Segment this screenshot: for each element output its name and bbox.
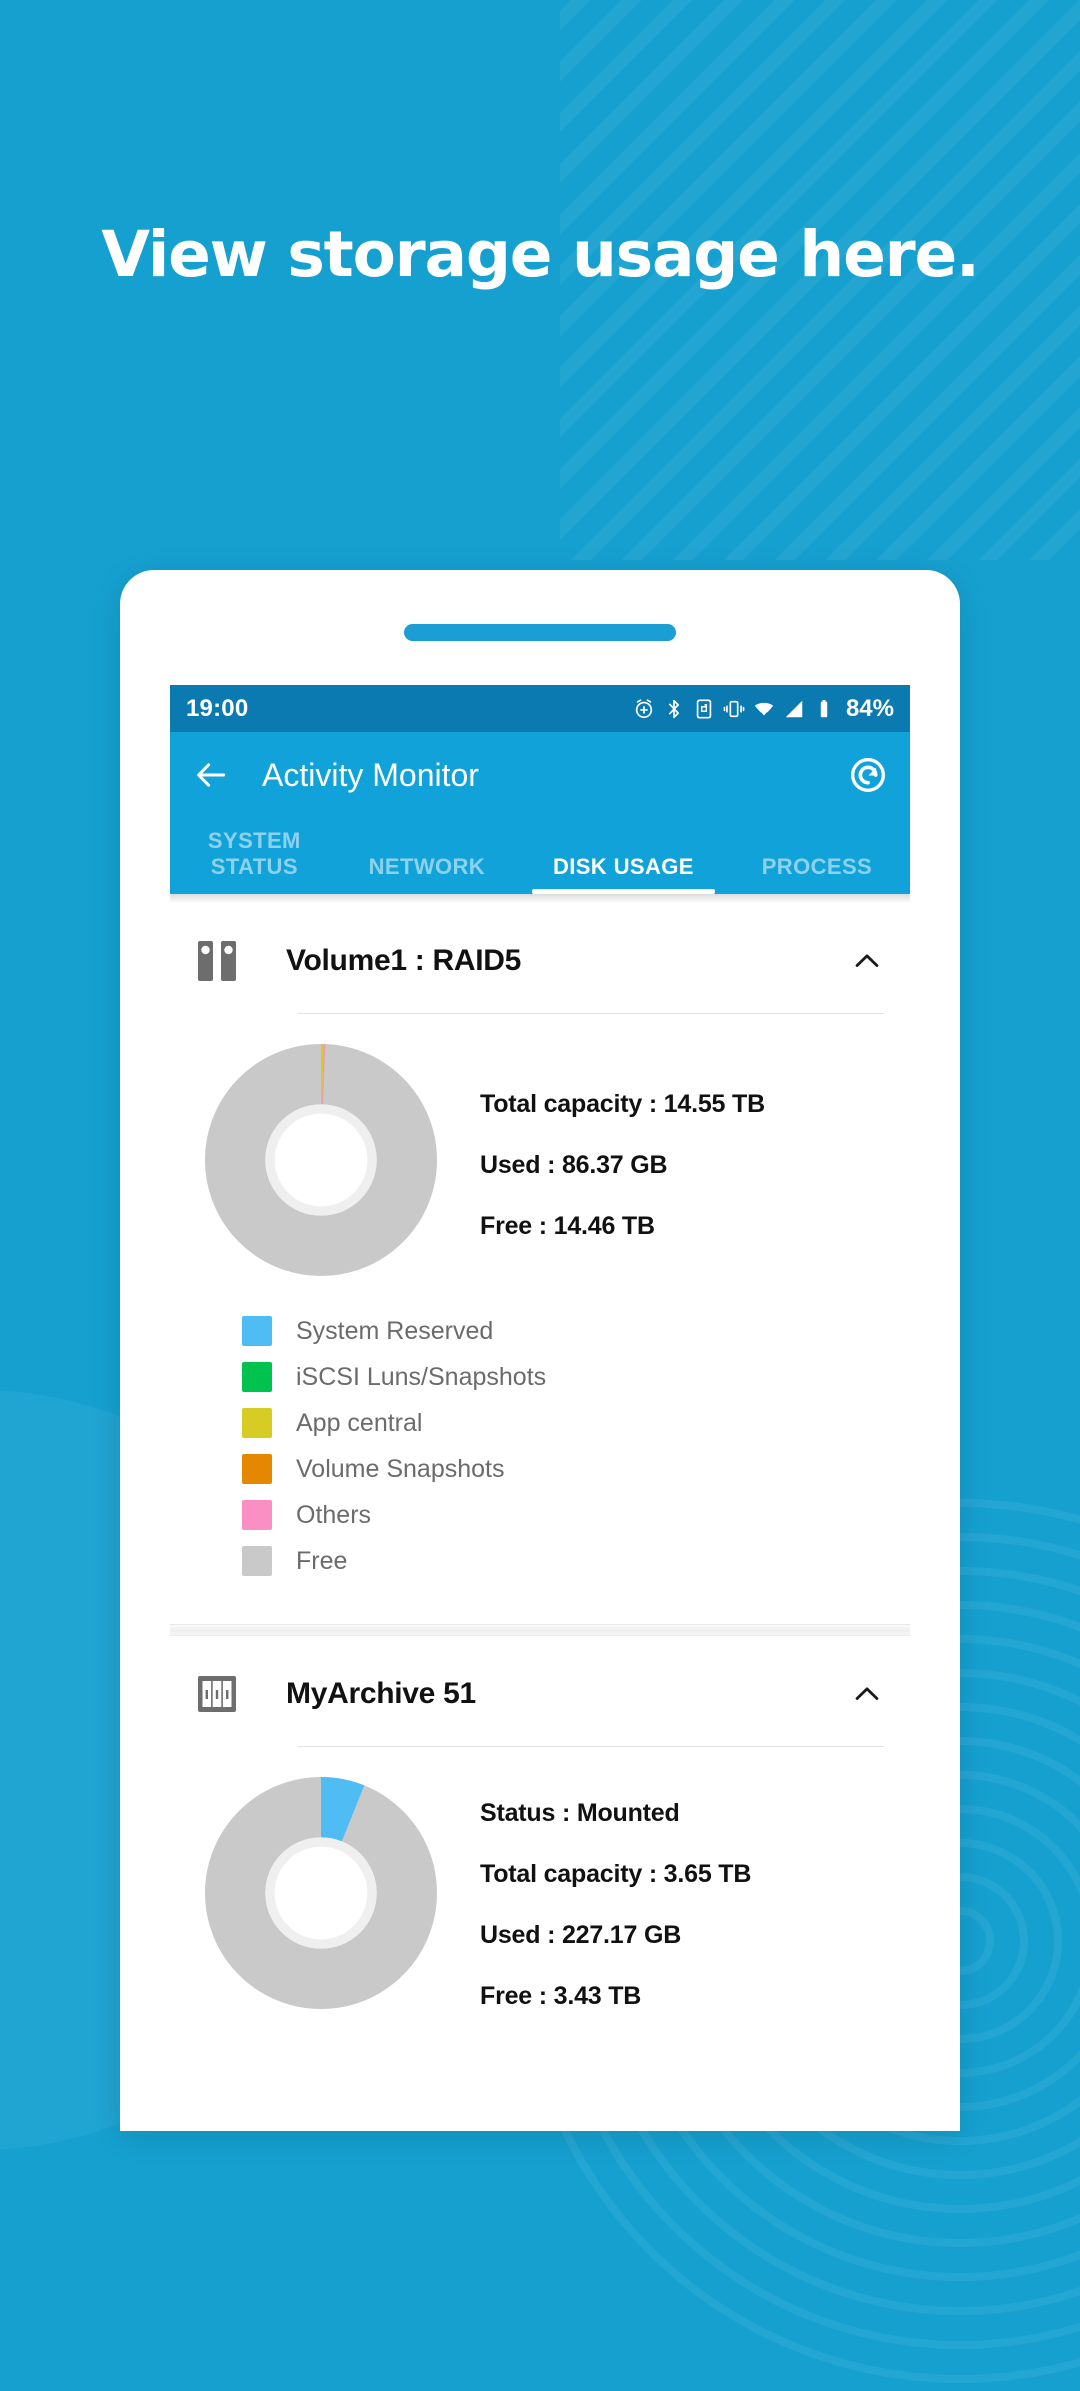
stat-used: Used : 227.17 GB	[480, 1921, 682, 1949]
legend-item: App central	[242, 1408, 884, 1438]
disk-usage-content: Volume1 : RAID5 Total capacity: 14.55 T…	[170, 903, 910, 2011]
legend-swatch	[242, 1546, 272, 1576]
tab-disk-usage[interactable]: DISK USAGE	[519, 854, 728, 894]
stat-total-capacity: Total capacity : 14.55 TB	[480, 1090, 765, 1118]
volume-stats-volume1: Total capacity : 14.55 TB Used : 86.37 G…	[480, 1044, 765, 1241]
tab-process[interactable]: PROCESS	[728, 854, 906, 894]
legend-label: iSCSI Luns/Snapshots	[296, 1362, 547, 1391]
tab-label: SYSTEM STATUS	[207, 828, 301, 880]
screen-rotation-icon	[696, 698, 712, 719]
legend-swatch	[242, 1454, 272, 1484]
donut-chart-myarchive51	[205, 1777, 437, 2009]
donut-chart-volume1	[205, 1044, 437, 1276]
section-divider	[170, 1624, 910, 1636]
volume-stats-myarchive51: Status : Mounted Total capacity : 3.65 T…	[480, 1777, 751, 2011]
chevron-up-icon[interactable]	[850, 1677, 884, 1711]
volume-body-myarchive51: Status : Mounted Total capacity : 3.65 T…	[170, 1747, 910, 2011]
legend-label: System Reserved	[296, 1316, 494, 1345]
legend-label: Others	[296, 1500, 372, 1529]
cell-signal-icon	[785, 700, 803, 717]
stat-status: Status : Mounted	[480, 1799, 680, 1827]
legend-item: Volume Snapshots	[242, 1454, 884, 1484]
tab-label: DISK USAGE	[552, 854, 694, 880]
bluetooth-icon	[668, 699, 679, 718]
volume-name: Volume1 : RAID5	[286, 944, 521, 977]
volume-body-volume1: Total capacity : 14.55 TB Used : 86.37 G…	[170, 1014, 910, 1276]
stat-total-capacity: Total capacity : 3.65 TB	[480, 1860, 752, 1888]
app-bar: Activity Monitor	[170, 732, 910, 818]
status-bar-clock: 19:00	[186, 694, 249, 722]
status-bar-icons: 84%	[633, 695, 894, 723]
volume-name: MyArchive 51	[286, 1677, 476, 1710]
legend-item: iSCSI Luns/Snapshots	[242, 1362, 884, 1392]
legend-swatch	[242, 1500, 272, 1530]
tab-system-status[interactable]: SYSTEM STATUS	[174, 828, 335, 894]
chevron-up-icon[interactable]	[850, 944, 884, 978]
legend-item: Others	[242, 1500, 884, 1530]
volume-header-volume1[interactable]: Volume1 : RAID5	[170, 903, 910, 985]
legend-item: System Reserved	[242, 1316, 884, 1346]
legend-label: Free	[296, 1546, 348, 1575]
legend-label: Volume Snapshots	[296, 1454, 505, 1483]
tab-network[interactable]: NETWORK	[335, 854, 519, 894]
stat-free: Free : 3.43 TB	[480, 1982, 642, 2010]
phone-screen: 19:00 84% Activity Monitor SYSTEM STATUS…	[170, 685, 910, 2131]
tab-bar-shadow	[170, 894, 910, 903]
legend-swatch	[242, 1362, 272, 1392]
phone-mockup: 19:00 84% Activity Monitor SYSTEM STATUS…	[120, 570, 960, 2131]
page-title: Activity Monitor	[262, 756, 479, 793]
volume-header-myarchive51[interactable]: MyArchive 51	[170, 1636, 910, 1718]
speaker-grille	[404, 624, 676, 641]
stat-used: Used : 86.37 GB	[480, 1151, 668, 1179]
donut-chart-myarchive51-wrap	[196, 1777, 446, 2009]
legend-label: App central	[296, 1408, 423, 1437]
legend-swatch	[242, 1408, 272, 1438]
legend-swatch	[242, 1316, 272, 1346]
back-arrow-icon[interactable]	[192, 756, 230, 794]
tab-label: NETWORK	[368, 854, 486, 880]
wifi-icon	[754, 702, 774, 717]
vibrate-icon	[723, 700, 745, 717]
legend-volume1: System Reserved iSCSI Luns/Snapshots App…	[170, 1276, 910, 1576]
tab-label: PROCESS	[761, 854, 873, 880]
refresh-icon[interactable]	[848, 755, 888, 795]
disk-pair-icon	[198, 941, 236, 981]
stat-free: Free : 14.46 TB	[480, 1212, 655, 1240]
archive-cabinet-icon	[198, 1676, 236, 1712]
battery-icon	[820, 699, 828, 717]
promo-headline: View storage usage here.	[101, 218, 980, 291]
legend-item: Free	[242, 1546, 884, 1576]
alarm-add-icon	[635, 698, 653, 718]
donut-chart-volume1-wrap	[196, 1044, 446, 1276]
status-bar: 19:00 84%	[170, 685, 910, 732]
battery-percent-label: 84%	[845, 694, 894, 722]
tab-bar: SYSTEM STATUS NETWORK DISK USAGE PROCESS	[170, 818, 910, 894]
